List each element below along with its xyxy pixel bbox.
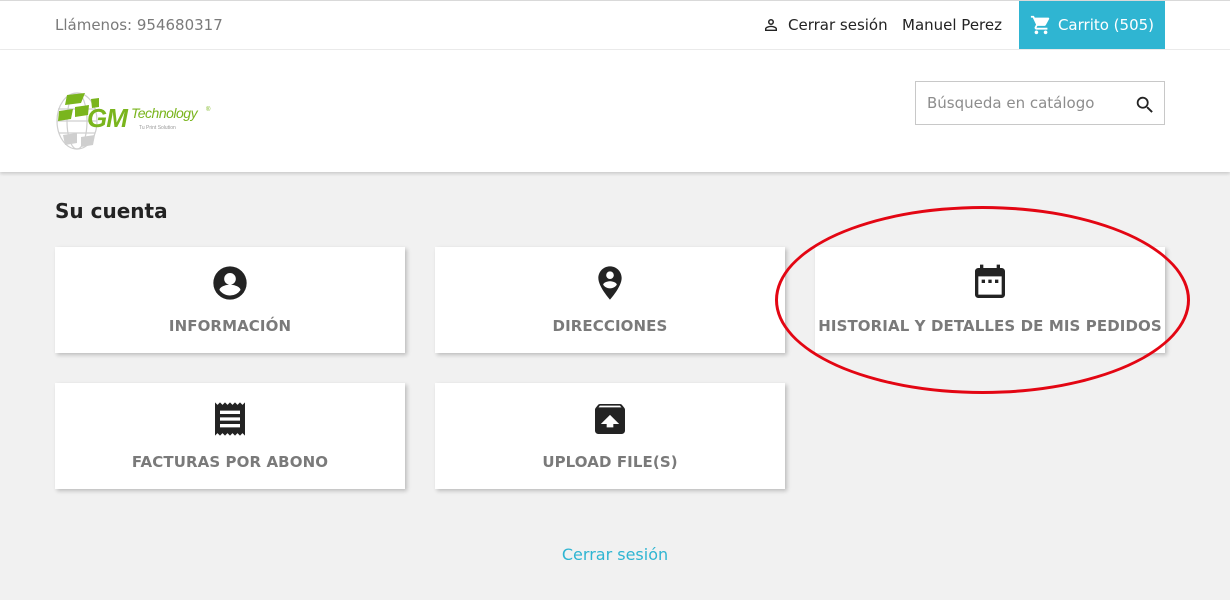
receipt-icon: [210, 399, 250, 439]
tile-informacion-label: INFORMACIÓN: [168, 317, 292, 335]
logout-link-bottom[interactable]: Cerrar sesión: [0, 545, 1230, 564]
site-header: GM Technology ® Tu Print Solution: [0, 50, 1230, 172]
account-username[interactable]: Manuel Perez: [902, 16, 1002, 34]
search-input[interactable]: [916, 82, 1126, 124]
shopping-cart-icon: [1030, 15, 1050, 35]
search-icon[interactable]: [1134, 94, 1156, 116]
user-icon: [765, 19, 777, 31]
tile-facturas-abono[interactable]: FACTURAS POR ABONO: [55, 383, 405, 489]
catalog-search: [915, 81, 1165, 125]
svg-text:GM: GM: [87, 103, 129, 133]
cart-label: Carrito (505): [1057, 16, 1155, 34]
location-pin-icon: [590, 263, 630, 303]
upload-box-icon: [590, 399, 630, 439]
tile-historial-label: HISTORIAL Y DETALLES DE MIS PEDIDOS: [818, 317, 1162, 335]
tile-historial-pedidos[interactable]: HISTORIAL Y DETALLES DE MIS PEDIDOS: [815, 247, 1165, 353]
tile-direcciones[interactable]: DIRECCIONES: [435, 247, 785, 353]
top-bar: Llámenos: 954680317 Cerrar sesión Manuel…: [0, 0, 1230, 50]
svg-text:Tu Print Solution: Tu Print Solution: [139, 125, 176, 131]
tile-facturas-label: FACTURAS POR ABONO: [131, 453, 329, 471]
tile-upload-files[interactable]: UPLOAD FILE(S): [435, 383, 785, 489]
account-circle-icon: [210, 263, 250, 303]
cart-button[interactable]: Carrito (505): [1019, 1, 1165, 49]
svg-text:Technology: Technology: [131, 105, 199, 121]
logout-label-top: Cerrar sesión: [788, 16, 888, 34]
gm-technology-logo[interactable]: GM Technology ® Tu Print Solution: [55, 81, 215, 153]
logout-link-top[interactable]: Cerrar sesión: [762, 16, 888, 34]
contact-phone: Llámenos: 954680317: [55, 16, 223, 34]
tile-upload-label: UPLOAD FILE(S): [542, 453, 678, 471]
svg-text:®: ®: [206, 106, 211, 113]
calendar-icon: [970, 263, 1010, 303]
tile-informacion[interactable]: INFORMACIÓN: [55, 247, 405, 353]
page-title: Su cuenta: [55, 199, 168, 223]
tile-direcciones-label: DIRECCIONES: [552, 317, 668, 335]
